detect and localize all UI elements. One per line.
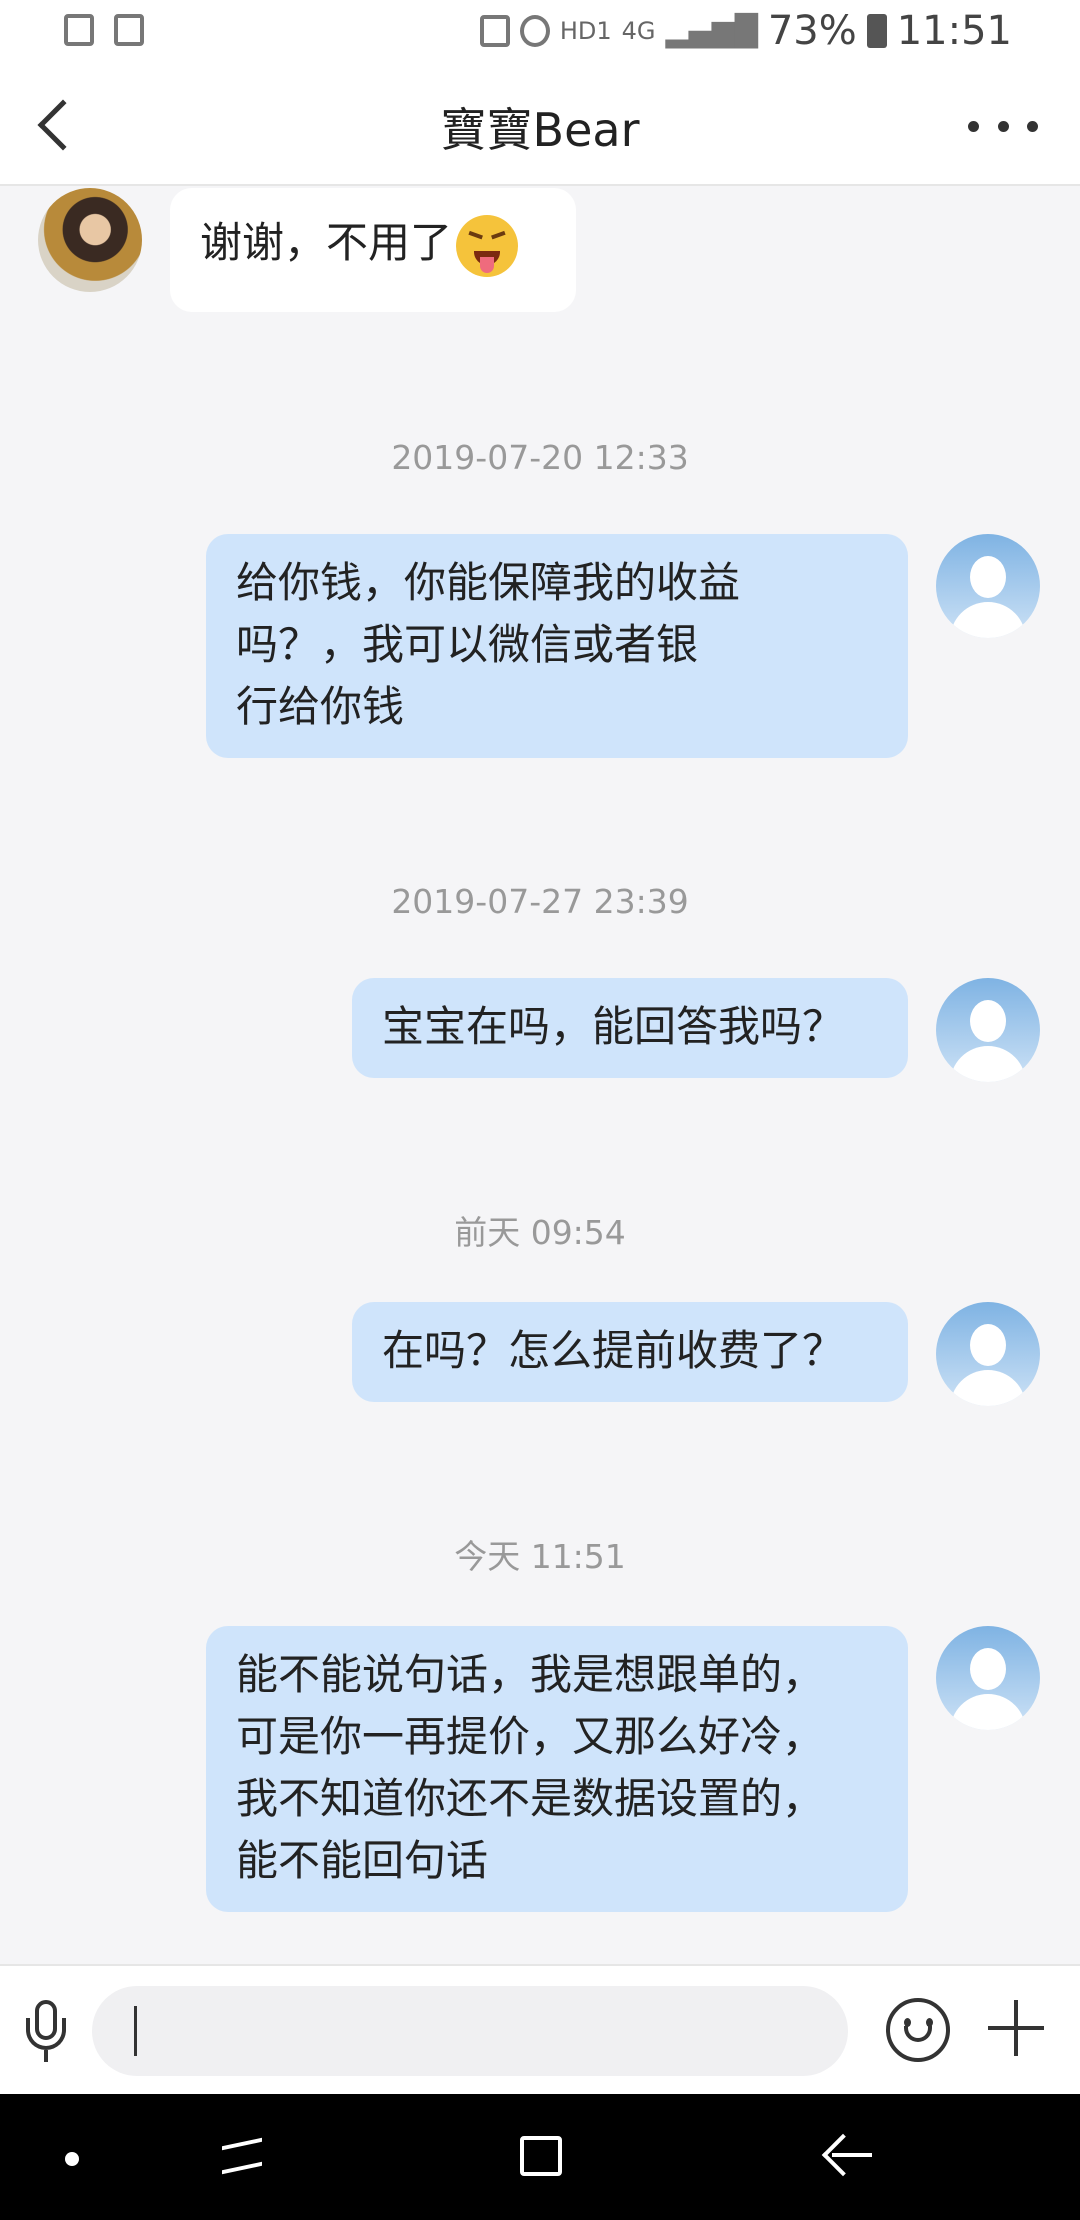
self-avatar[interactable]	[936, 534, 1040, 638]
message-line: 行给你钱	[236, 682, 405, 731]
dot-icon	[65, 2152, 79, 2166]
message-input[interactable]	[92, 1986, 848, 2076]
battery-percent: 73%	[767, 8, 857, 54]
self-avatar[interactable]	[936, 1626, 1040, 1730]
alarm-icon	[519, 15, 550, 47]
text-cursor	[134, 2006, 137, 2056]
more-dot-icon	[1027, 120, 1038, 132]
status-time: 11:51	[896, 8, 1012, 54]
system-navigation-bar	[0, 2094, 1080, 2220]
network-type: 4G	[621, 17, 656, 45]
more-options-button[interactable]	[968, 106, 1038, 146]
message-timestamp: 2019-07-20 12:33	[391, 438, 689, 477]
message-list[interactable]: 谢谢，不用了 2019-07-20 12:33 给你钱，你能保障我的收益 吗？，…	[0, 188, 1080, 1964]
recent-apps-button[interactable]	[208, 2122, 288, 2192]
more-dot-icon	[968, 120, 979, 132]
outgoing-message-bubble[interactable]: 给你钱，你能保障我的收益 吗？，我可以微信或者银 行给你钱	[206, 534, 908, 758]
more-actions-button[interactable]	[988, 2000, 1044, 2056]
message-notification-icon	[479, 15, 510, 47]
message-line: 可是你一再提价，又那么好冷，	[236, 1712, 825, 1761]
message-line: 我不知道你还不是数据设置的，	[236, 1774, 825, 1823]
recent-apps-icon	[222, 2137, 262, 2151]
chat-header: 寶寶Bear	[0, 64, 1080, 186]
message-line: 能不能回句话	[236, 1836, 489, 1885]
outgoing-message-bubble[interactable]: 宝宝在吗，能回答我吗？	[352, 978, 908, 1078]
more-dot-icon	[997, 120, 1009, 132]
system-back-button[interactable]	[808, 2122, 888, 2192]
message-line: 给你钱，你能保障我的收益	[236, 558, 741, 607]
self-avatar[interactable]	[936, 1302, 1040, 1406]
message-line: 在吗？怎么提前收费了？	[382, 1326, 845, 1375]
chat-title: 寶寶Bear	[440, 103, 640, 157]
outgoing-message-bubble[interactable]: 能不能说句话，我是想跟单的， 可是你一再提价，又那么好冷， 我不知道你还不是数据…	[206, 1626, 908, 1912]
message-text: 谢谢，不用了	[200, 218, 453, 267]
message-timestamp: 前天 09:54	[454, 1213, 626, 1252]
message-timestamp: 今天 11:51	[454, 1537, 626, 1576]
emoji-button[interactable]	[886, 1998, 950, 2062]
hd-indicator: HD1	[559, 17, 612, 45]
status-bar: HD1 4G ▂▄▆█ 73% 11:51	[0, 0, 1080, 64]
home-button[interactable]	[502, 2122, 582, 2192]
nav-dot-button[interactable]	[32, 2122, 112, 2192]
message-input-bar	[0, 1964, 1080, 2094]
task-notification-icon	[64, 14, 94, 46]
signal-icon: ▂▄▆█	[665, 13, 758, 49]
outgoing-message-bubble[interactable]: 在吗？怎么提前收费了？	[352, 1302, 908, 1402]
message-line: 宝宝在吗，能回答我吗？	[382, 1002, 845, 1051]
voice-input-button[interactable]	[22, 1996, 72, 2066]
contact-avatar[interactable]	[38, 188, 142, 292]
message-timestamp: 2019-07-27 23:39	[391, 882, 689, 921]
self-avatar[interactable]	[936, 978, 1040, 1082]
message-line: 吗？，我可以微信或者银	[236, 620, 699, 669]
message-line: 能不能说句话，我是想跟单的，	[236, 1650, 825, 1699]
wifi-notification-icon	[114, 14, 144, 46]
battery-icon	[866, 14, 887, 48]
incoming-message-bubble[interactable]: 谢谢，不用了	[170, 188, 576, 312]
home-square-icon	[520, 2136, 562, 2176]
squinting-tongue-emoji-icon	[456, 214, 519, 277]
